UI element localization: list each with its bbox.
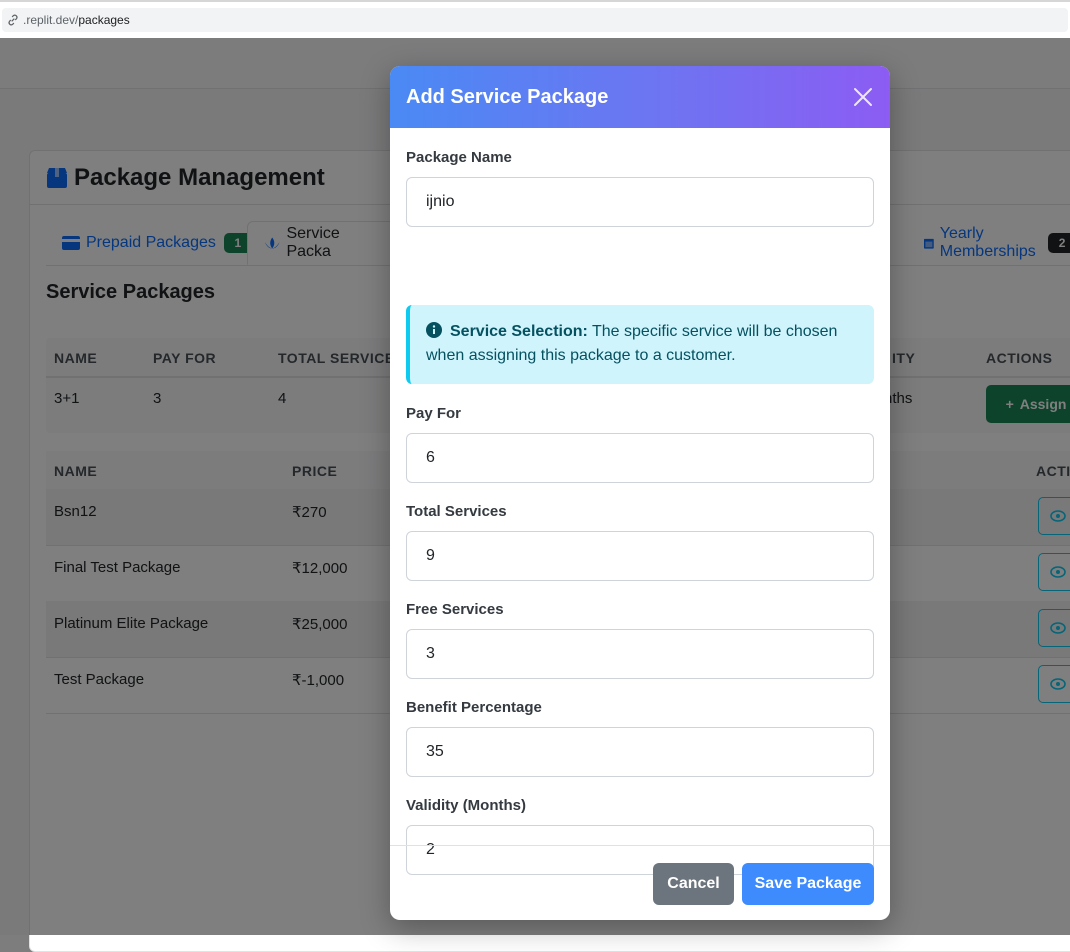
browser-url-bar: .replit.dev/packages xyxy=(0,0,1070,38)
add-service-package-modal: Add Service Package Package Name Service… xyxy=(390,66,890,920)
modal-title: Add Service Package xyxy=(406,85,609,108)
url-path: packages xyxy=(78,13,130,27)
save-package-button[interactable]: Save Package xyxy=(742,863,874,905)
address-field[interactable]: .replit.dev/packages xyxy=(2,8,1068,32)
package-name-input[interactable] xyxy=(406,177,874,227)
benefit-percentage-label: Benefit Percentage xyxy=(406,699,542,716)
info-icon xyxy=(426,322,442,338)
alert-heading: Service Selection: xyxy=(450,323,588,340)
pay-for-label: Pay For xyxy=(406,405,462,422)
total-services-label: Total Services xyxy=(406,503,507,520)
validity-label: Validity (Months) xyxy=(406,797,526,814)
service-selection-alert: Service Selection: The specific service … xyxy=(406,305,874,384)
free-services-input[interactable] xyxy=(406,629,874,679)
link-icon xyxy=(8,14,18,26)
modal-footer: Cancel Save Package xyxy=(390,845,890,920)
url-prefix: .replit.dev/ xyxy=(23,13,79,27)
package-name-label: Package Name xyxy=(406,149,512,166)
cancel-button[interactable]: Cancel xyxy=(653,863,734,905)
pay-for-input[interactable] xyxy=(406,433,874,483)
benefit-percentage-input[interactable] xyxy=(406,727,874,777)
modal-header: Add Service Package xyxy=(390,66,890,128)
free-services-label: Free Services xyxy=(406,601,504,618)
close-icon[interactable] xyxy=(852,86,874,108)
total-services-input[interactable] xyxy=(406,531,874,581)
